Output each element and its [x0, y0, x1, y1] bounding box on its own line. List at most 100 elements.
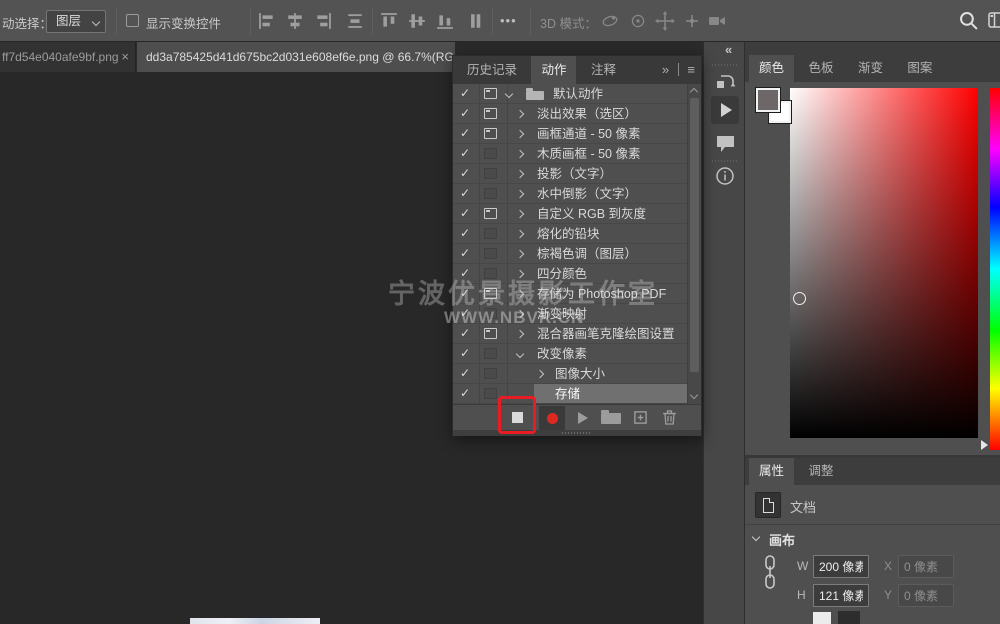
expand-arrow-icon[interactable]	[516, 130, 524, 138]
action-enabled-check[interactable]: ✓	[460, 364, 470, 383]
action-enabled-check[interactable]: ✓	[460, 124, 470, 143]
scrollbar-thumb[interactable]	[690, 98, 699, 372]
modal-dialog-toggle[interactable]	[484, 388, 497, 399]
expand-arrow-icon[interactable]	[516, 170, 524, 178]
action-enabled-check[interactable]: ✓	[460, 384, 470, 403]
tab-color[interactable]: 颜色	[749, 55, 794, 82]
action-row[interactable]: ✓图像大小	[453, 364, 687, 384]
tab-patterns[interactable]: 图案	[897, 55, 942, 82]
3d-roll-icon[interactable]	[628, 11, 648, 31]
action-enabled-check[interactable]: ✓	[460, 284, 470, 303]
dock-grip[interactable]	[712, 160, 738, 162]
action-enabled-check[interactable]: ✓	[460, 84, 470, 103]
distribute-horizontal-centers-icon[interactable]	[466, 12, 484, 30]
panel-menu-icon[interactable]: ≡	[687, 62, 695, 77]
action-row[interactable]: ✓存储为 Photoshop PDF	[453, 284, 687, 304]
align-horizontal-centers-icon[interactable]	[286, 12, 304, 30]
modal-dialog-toggle[interactable]	[484, 308, 497, 319]
new-action-button[interactable]	[633, 410, 648, 425]
scroll-down-icon[interactable]	[690, 391, 698, 399]
expand-arrow-icon[interactable]	[516, 290, 524, 298]
expand-arrow-icon[interactable]	[516, 250, 524, 258]
notes-panel-icon[interactable]	[715, 134, 736, 159]
3d-orbit-icon[interactable]	[600, 11, 620, 31]
tab-gradients[interactable]: 渐变	[848, 55, 893, 82]
action-enabled-check[interactable]: ✓	[460, 184, 470, 203]
tab-history[interactable]: 历史记录	[457, 56, 527, 84]
new-action-set-button[interactable]	[601, 413, 621, 424]
canvas-color-swatch[interactable]	[838, 611, 860, 624]
search-icon[interactable]	[958, 10, 979, 31]
expand-arrow-icon[interactable]	[516, 350, 524, 358]
action-row[interactable]: ✓四分颜色	[453, 264, 687, 284]
link-dimensions-icon[interactable]	[763, 555, 777, 594]
width-field[interactable]	[813, 555, 869, 578]
action-row[interactable]: ✓棕褐色调（图层）	[453, 244, 687, 264]
expand-arrow-icon[interactable]	[516, 210, 524, 218]
modal-dialog-toggle[interactable]	[484, 208, 497, 219]
show-transform-checkbox[interactable]	[126, 14, 139, 27]
workspace-switcher-icon[interactable]	[988, 12, 1000, 28]
action-enabled-check[interactable]: ✓	[460, 344, 470, 363]
action-enabled-check[interactable]: ✓	[460, 324, 470, 343]
3d-pan-icon[interactable]	[655, 11, 675, 31]
actions-panel-icon[interactable]	[711, 96, 739, 124]
info-icon[interactable]	[715, 166, 735, 191]
modal-dialog-toggle[interactable]	[484, 168, 497, 179]
panel-resize-grip[interactable]	[453, 430, 701, 436]
modal-dialog-toggle[interactable]	[484, 148, 497, 159]
delete-action-button[interactable]	[661, 409, 678, 426]
tab-adjustments[interactable]: 调整	[798, 458, 843, 485]
action-set-row[interactable]: ✓默认动作	[453, 84, 687, 104]
modal-dialog-toggle[interactable]	[484, 348, 497, 359]
expand-arrow-icon[interactable]	[516, 190, 524, 198]
expand-arrow-icon[interactable]	[516, 150, 524, 158]
action-row[interactable]: ✓改变像素	[453, 344, 687, 364]
action-enabled-check[interactable]: ✓	[460, 264, 470, 283]
expand-arrow-icon[interactable]	[516, 270, 524, 278]
action-row[interactable]: ✓存储	[453, 384, 687, 404]
modal-dialog-toggle[interactable]	[484, 128, 497, 139]
modal-dialog-toggle[interactable]	[484, 368, 497, 379]
record-button[interactable]	[539, 406, 565, 430]
tab-actions[interactable]: 动作	[531, 56, 576, 84]
expand-arrow-icon[interactable]	[516, 110, 524, 118]
close-icon[interactable]: ×	[121, 42, 129, 72]
play-button[interactable]	[578, 412, 588, 424]
expand-arrow-icon[interactable]	[516, 330, 524, 338]
modal-dialog-toggle[interactable]	[484, 108, 497, 119]
action-enabled-check[interactable]: ✓	[460, 244, 470, 263]
align-top-edges-icon[interactable]	[380, 12, 398, 30]
action-enabled-check[interactable]: ✓	[460, 104, 470, 123]
dock-grip[interactable]	[712, 64, 738, 66]
action-row[interactable]: ✓混合器画笔克隆绘图设置	[453, 324, 687, 344]
hue-slider[interactable]	[990, 88, 1000, 450]
action-row[interactable]: ✓渐变映射	[453, 304, 687, 324]
modal-dialog-toggle[interactable]	[484, 228, 497, 239]
align-right-edges-icon[interactable]	[314, 12, 332, 30]
y-field[interactable]	[898, 584, 954, 607]
action-enabled-check[interactable]: ✓	[460, 304, 470, 323]
action-enabled-check[interactable]: ✓	[460, 144, 470, 163]
x-field[interactable]	[898, 555, 954, 578]
tab-notes[interactable]: 注释	[581, 56, 626, 84]
3d-camera-icon[interactable]	[708, 11, 728, 31]
distribute-vertical-centers-icon[interactable]	[346, 12, 364, 30]
modal-dialog-toggle[interactable]	[484, 328, 497, 339]
document-tab-inactive[interactable]: ff7d54e040afe9bf.png ×	[0, 42, 136, 72]
align-left-edges-icon[interactable]	[258, 12, 276, 30]
tab-swatches[interactable]: 色板	[798, 55, 843, 82]
hue-slider-indicator[interactable]	[981, 440, 988, 450]
action-row[interactable]: ✓淡出效果（选区）	[453, 104, 687, 124]
color-cursor[interactable]	[793, 292, 806, 305]
modal-dialog-toggle[interactable]	[484, 188, 497, 199]
scroll-up-icon[interactable]	[690, 88, 698, 96]
expand-panel-icon[interactable]: »	[662, 62, 669, 77]
action-enabled-check[interactable]: ✓	[460, 204, 470, 223]
action-enabled-check[interactable]: ✓	[460, 224, 470, 243]
expand-arrow-icon[interactable]	[516, 310, 524, 318]
align-bottom-edges-icon[interactable]	[436, 12, 454, 30]
layer-select-dropdown[interactable]: 图层	[46, 10, 106, 33]
tab-properties[interactable]: 属性	[749, 458, 794, 485]
action-enabled-check[interactable]: ✓	[460, 164, 470, 183]
